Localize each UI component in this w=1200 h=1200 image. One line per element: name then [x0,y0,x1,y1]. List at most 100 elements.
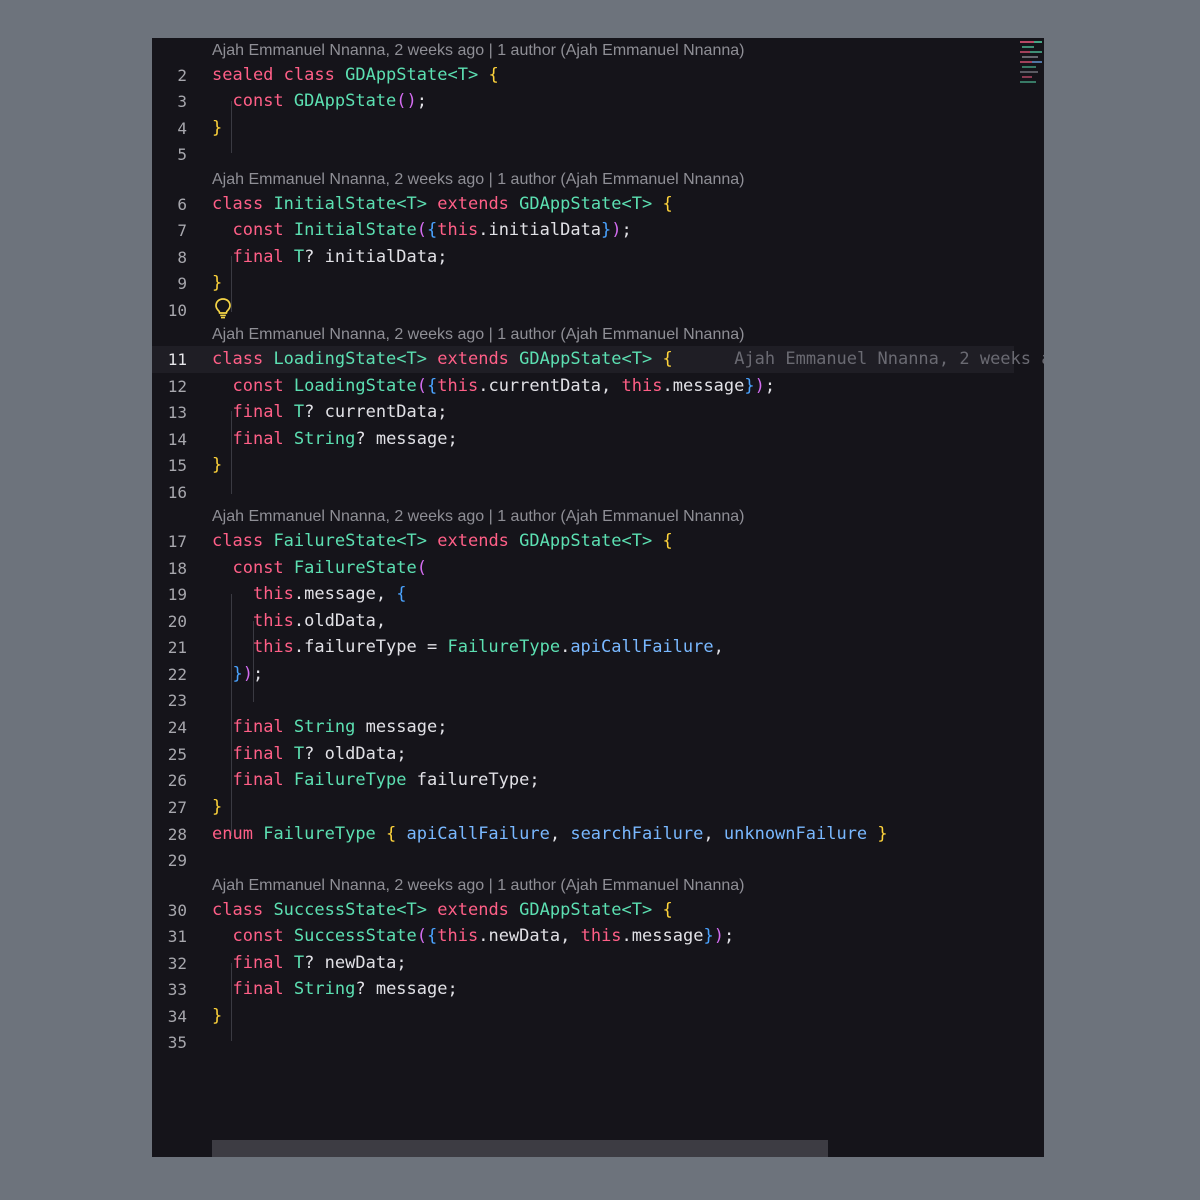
code-line[interactable]: 34} [152,1003,1014,1030]
line-number: 18 [167,559,187,578]
code-text: const GDAppState(); [232,91,428,111]
code-line[interactable]: 12 const LoadingState({this.currentData,… [152,373,1014,400]
code-text: final String? message; [232,979,458,999]
code-line[interactable]: 24 final String message; [152,714,1014,741]
code-text: const FailureState( [232,558,427,578]
line-number: 4 [177,119,187,138]
code-line[interactable]: 5 [152,141,1014,168]
code-line[interactable]: 17 class FailureState<T> extends GDAppSta… [152,528,1014,555]
code-line[interactable]: 25 final T? oldData; [152,741,1014,768]
indent-guide [231,411,232,494]
minimap[interactable] [1020,38,1044,98]
code-line[interactable]: 30 class SuccessState<T> extends GDAppSta… [152,897,1014,924]
code-line[interactable]: 19 this.message, { [152,581,1014,608]
code-line[interactable]: 22 }); [152,661,1014,688]
code-text: class InitialState<T> extends GDAppState… [212,194,673,214]
line-number: 26 [167,771,187,790]
horizontal-scrollbar[interactable] [212,1140,828,1157]
code-line[interactable]: 11 class LoadingState<T> extends GDAppSta… [152,346,1044,373]
code-line[interactable]: 28 enum FailureType { apiCallFailure, sea… [152,821,1014,848]
code-text: } [212,455,223,475]
line-number: 12 [167,377,187,396]
line-number: 28 [167,825,187,844]
indent-guide [231,963,232,1041]
line-number: 21 [167,638,187,657]
code-line[interactable]: 23 [152,687,1014,714]
code-text: this.failureType = FailureType.apiCallFa… [252,637,724,657]
code-line[interactable]: 8 final T? initialData; [152,244,1014,271]
code-line[interactable]: 18 const FailureState( [152,555,1014,582]
code-line[interactable]: 32 final T? newData; [152,950,1014,977]
git-blame-codelens[interactable]: Ajah Emmanuel Nnanna, 2 weeks ago | 1 au… [212,875,744,897]
code-text: final String? message; [232,429,458,449]
code-line[interactable]: 10 [152,297,1014,324]
code-line[interactable]: 26 final FailureType failureType; [152,767,1014,794]
code-line[interactable]: 20 this.oldData, [152,608,1014,635]
line-number: 2 [177,66,187,85]
code-line[interactable]: 3 const GDAppState(); [152,88,1014,115]
code-line[interactable]: 14 final String? message; [152,426,1014,453]
code-text: class SuccessState<T> extends GDAppState… [212,900,673,920]
line-number: 6 [177,195,187,214]
line-number: 5 [177,145,187,164]
line-number: 30 [167,901,187,920]
git-blame-codelens[interactable]: Ajah Emmanuel Nnanna, 2 weeks ago | 1 au… [212,324,744,346]
code-text: }); [232,664,264,684]
code-text: } [212,797,223,817]
code-line[interactable]: 6 class InitialState<T> extends GDAppStat… [152,191,1014,218]
line-number: 24 [167,718,187,737]
line-number: 33 [167,980,187,999]
git-blame-codelens[interactable]: Ajah Emmanuel Nnanna, 2 weeks ago | 1 au… [212,506,744,528]
indent-guide [253,621,254,702]
code-line[interactable]: 15} [152,452,1014,479]
code-area[interactable]: Ajah Emmanuel Nnanna, 2 weeks ago | 1 au… [152,38,1044,1157]
code-line[interactable]: 7 const InitialState({this.initialData})… [152,217,1014,244]
git-blame-codelens[interactable]: Ajah Emmanuel Nnanna, 2 weeks ago | 1 au… [212,169,744,191]
code-text: } [212,118,223,138]
code-line[interactable]: 4} [152,115,1014,142]
code-text: final T? initialData; [232,247,448,267]
code-text: final FailureType failureType; [232,770,540,790]
line-number: 9 [177,274,187,293]
code-text: } [212,273,223,293]
line-number: 17 [167,532,187,551]
code-text: final String message; [232,717,448,737]
line-number: 23 [167,691,187,710]
code-line[interactable]: 35 [152,1029,1014,1056]
code-line[interactable]: 29 [152,847,1014,874]
line-number: 19 [167,585,187,604]
code-text: class LoadingState<T> extends GDAppState… [212,349,1044,369]
code-text: this.message, { [252,584,407,604]
lightbulb-icon[interactable] [214,297,232,319]
git-blame-codelens[interactable]: Ajah Emmanuel Nnanna, 2 weeks ago | 1 au… [212,40,744,62]
code-line[interactable]: 2 sealed class GDAppState<T> { [152,62,1014,89]
code-text: this.oldData, [252,611,387,631]
code-line[interactable]: 13 final T? currentData; [152,399,1014,426]
code-text: final T? oldData; [232,744,407,764]
code-line[interactable]: 31 const SuccessState({this.newData, thi… [152,923,1014,950]
line-number: 31 [167,927,187,946]
code-text: final T? newData; [232,953,407,973]
line-number: 35 [167,1033,187,1052]
code-line[interactable]: 9} [152,270,1014,297]
code-line[interactable]: 33 final String? message; [152,976,1014,1003]
code-editor[interactable]: Ajah Emmanuel Nnanna, 2 weeks ago | 1 au… [152,38,1044,1157]
line-number: 15 [167,456,187,475]
code-line[interactable]: 27} [152,794,1014,821]
line-number: 3 [177,92,187,111]
code-text: const LoadingState({this.currentData, th… [232,376,776,396]
line-number: 20 [167,612,187,631]
code-text: const SuccessState({this.newData, this.m… [232,926,735,946]
line-number: 34 [167,1007,187,1026]
line-number: 13 [167,403,187,422]
line-number: 16 [167,483,187,502]
code-text: enum FailureType { apiCallFailure, searc… [212,824,888,844]
code-line[interactable]: 21 this.failureType = FailureType.apiCal… [152,634,1014,661]
line-number: 22 [167,665,187,684]
code-text: class FailureState<T> extends GDAppState… [212,531,673,551]
indent-guide [231,594,232,836]
code-text: final T? currentData; [232,402,448,422]
line-number: 7 [177,221,187,240]
code-line[interactable]: 16 [152,479,1014,506]
line-number: 10 [167,301,187,320]
